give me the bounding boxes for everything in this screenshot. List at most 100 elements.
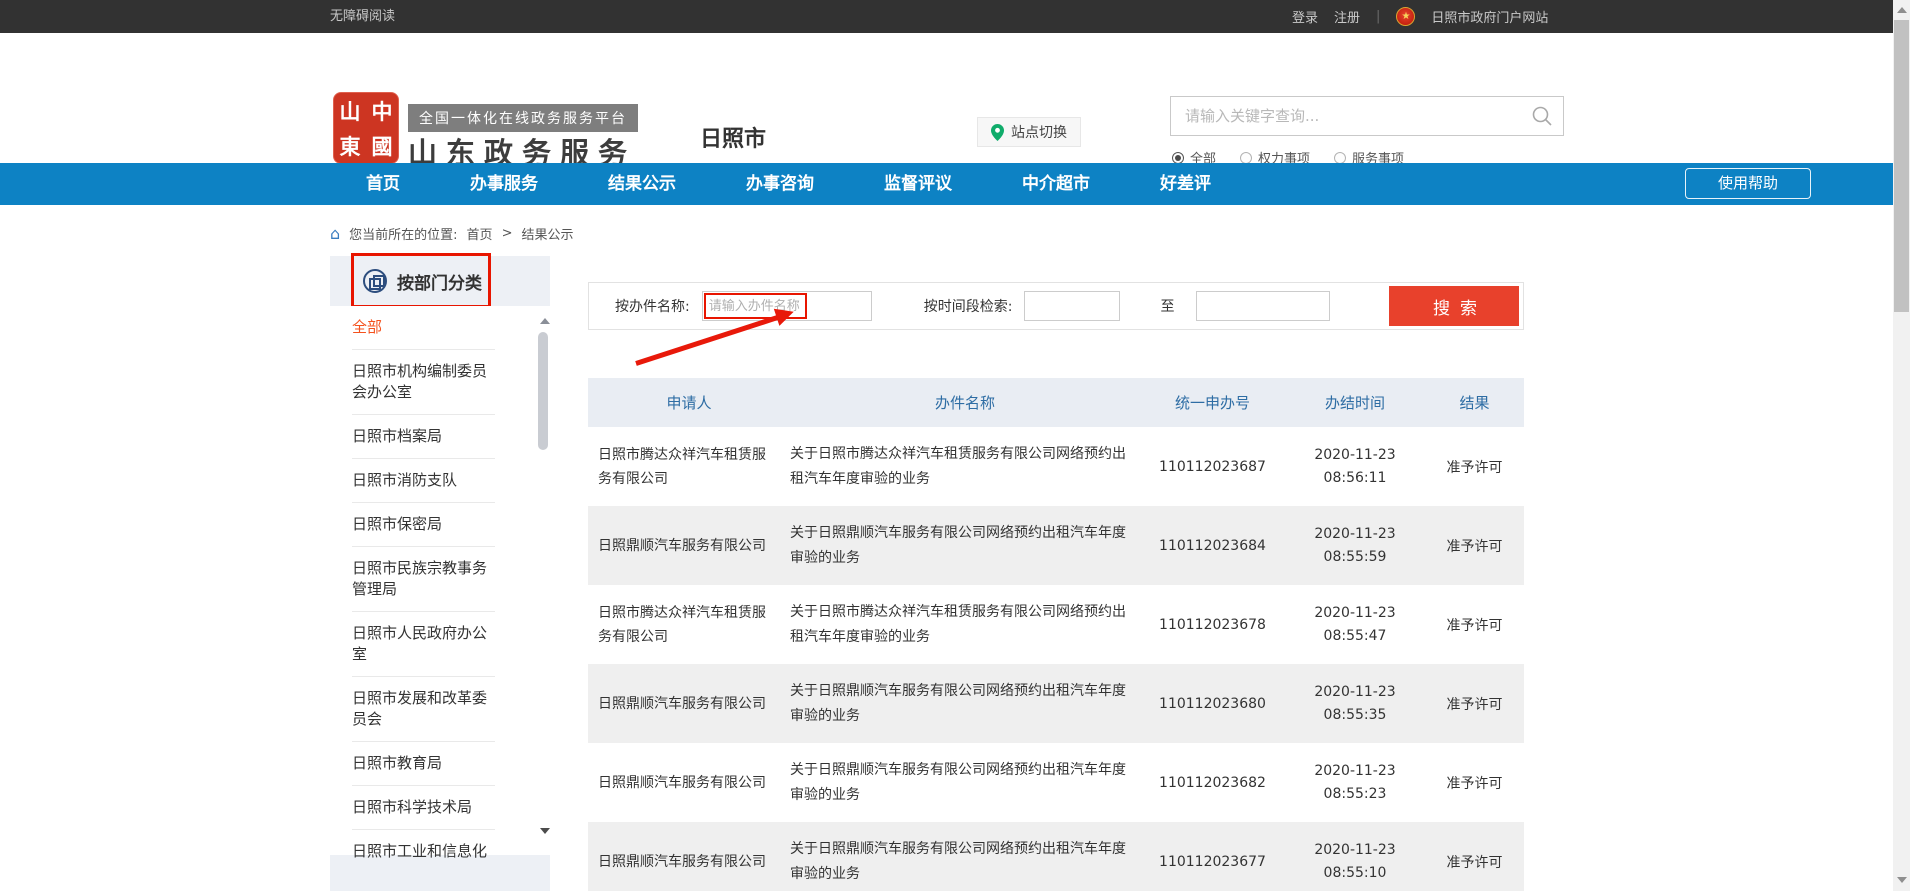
- sidebar-item-department[interactable]: 日照市人民政府办公室: [352, 612, 495, 677]
- cell-finish-date-line: 2020-11-23: [1285, 839, 1425, 862]
- scrollbar-thumb[interactable]: [1894, 20, 1909, 312]
- cell-item-name: 关于日照鼎顺汽车服务有限公司网络预约出租汽车年度审验的业务: [790, 521, 1140, 571]
- table-header-cell: 结果: [1425, 392, 1524, 413]
- portal-link[interactable]: 日照市政府门户网站: [1431, 7, 1548, 26]
- scrollbar-down-icon[interactable]: [1897, 877, 1907, 883]
- nav-item[interactable]: 首页: [366, 163, 400, 205]
- table-row[interactable]: 日照鼎顺汽车服务有限公司 关于日照鼎顺汽车服务有限公司网络预约出租汽车年度审验的…: [588, 664, 1524, 743]
- sidebar-item-department[interactable]: 日照市科学技术局: [352, 786, 495, 830]
- nav-item[interactable]: 结果公示: [608, 163, 676, 205]
- keyword-search-input[interactable]: [1171, 107, 1531, 125]
- sidebar-item-department[interactable]: 日照市民族宗教事务管理局: [352, 547, 495, 612]
- register-link[interactable]: 注册: [1334, 7, 1360, 26]
- sidebar-title-label: 按部门分类: [397, 269, 482, 294]
- sidebar-scroll-down-icon[interactable]: [540, 828, 550, 834]
- item-name-input[interactable]: [702, 291, 872, 321]
- sidebar-item-label: 全部: [352, 318, 382, 336]
- date-from-input[interactable]: [1024, 291, 1120, 321]
- table-body: 日照市腾达众祥汽车租赁服务有限公司 关于日照市腾达众祥汽车租赁服务有限公司网络预…: [588, 427, 1524, 891]
- cell-result: 准予许可: [1425, 457, 1524, 477]
- header: 山 中 東 國 全国一体化在线政务服务平台 山东政务服务 日照市 站点切换 全部: [0, 33, 1893, 163]
- breadcrumb-home[interactable]: 首页: [467, 224, 493, 243]
- cell-item-name: 关于日照鼎顺汽车服务有限公司网络预约出租汽车年度审验的业务: [790, 679, 1140, 729]
- cell-finish-time-line: 08:55:23: [1285, 783, 1425, 806]
- sidebar-scroll-up-icon[interactable]: [540, 318, 550, 324]
- sidebar-scrollbar-thumb[interactable]: [538, 332, 548, 450]
- table-header-cell: 申请人: [588, 392, 790, 413]
- main-nav: 首页 办事服务 结果公示 办事咨询 监督评议 中介超市 好差评 使用帮助: [0, 163, 1893, 205]
- filter-bar: 按办件名称: 按时间段检索: 至 搜索: [588, 282, 1524, 330]
- search-button[interactable]: 搜索: [1389, 286, 1519, 326]
- cell-finish-time: 2020-11-23 08:55:59: [1285, 523, 1425, 569]
- cell-applicant: 日照鼎顺汽车服务有限公司: [588, 534, 790, 558]
- topbar: 无障碍阅读 登录 注册 | ★ 日照市政府门户网站: [0, 0, 1893, 33]
- sidebar-item-department[interactable]: 日照市保密局: [352, 503, 495, 547]
- radio-icon[interactable]: [1334, 152, 1346, 164]
- breadcrumb-current[interactable]: 结果公示: [521, 224, 573, 243]
- department-category-icon: [363, 269, 387, 293]
- page-scrollbar[interactable]: [1893, 0, 1910, 891]
- seal-char: 山: [334, 93, 366, 128]
- cell-finish-time-line: 08:55:59: [1285, 546, 1425, 569]
- table-row[interactable]: 日照鼎顺汽车服务有限公司 关于日照鼎顺汽车服务有限公司网络预约出租汽车年度审验的…: [588, 506, 1524, 585]
- nav-item[interactable]: 监督评议: [884, 163, 952, 205]
- cell-finish-time: 2020-11-23 08:55:35: [1285, 681, 1425, 727]
- accessibility-link[interactable]: 无障碍阅读: [330, 0, 395, 33]
- scrollbar-up-icon[interactable]: [1897, 7, 1907, 13]
- cell-item-name: 关于日照鼎顺汽车服务有限公司网络预约出租汽车年度审验的业务: [790, 758, 1140, 808]
- login-link[interactable]: 登录: [1292, 7, 1318, 26]
- table-header-cell: 统一申办号: [1140, 392, 1285, 413]
- cell-finish-date-line: 2020-11-23: [1285, 523, 1425, 546]
- seal-char: 東: [334, 128, 366, 163]
- home-icon: ⌂: [330, 227, 340, 240]
- cell-result: 准予许可: [1425, 536, 1524, 556]
- sidebar-item-department[interactable]: 日照市消防支队: [352, 459, 495, 503]
- keyword-search-box: [1170, 96, 1564, 136]
- nav-item[interactable]: 办事服务: [470, 163, 538, 205]
- nav-item[interactable]: 办事咨询: [746, 163, 814, 205]
- topbar-right-group: 登录 注册 | ★ 日照市政府门户网站: [1292, 0, 1548, 33]
- cell-applicant: 日照鼎顺汽车服务有限公司: [588, 692, 790, 716]
- to-label: 至: [1160, 296, 1174, 316]
- sidebar-item-label: 日照市工业和信息化: [352, 842, 487, 860]
- cell-finish-time-line: 08:55:35: [1285, 704, 1425, 727]
- nav-item[interactable]: 中介超市: [1022, 163, 1090, 205]
- sidebar-item-label: 日照市教育局: [352, 754, 442, 772]
- sidebar-item-label: 日照市人民政府办公室: [352, 624, 487, 663]
- sidebar-item-department[interactable]: 日照市档案局: [352, 415, 495, 459]
- radio-icon[interactable]: [1240, 152, 1252, 164]
- site-switch-button[interactable]: 站点切换: [977, 117, 1081, 147]
- table-row[interactable]: 日照市腾达众祥汽车租赁服务有限公司 关于日照市腾达众祥汽车租赁服务有限公司网络预…: [588, 427, 1524, 506]
- nav-item[interactable]: 好差评: [1160, 163, 1211, 205]
- sidebar-item-department[interactable]: 日照市机构编制委员会办公室: [352, 350, 495, 415]
- time-filter-label: 按时间段检索:: [924, 296, 1013, 316]
- radio-icon[interactable]: [1172, 152, 1184, 164]
- table-header-cell: 办件名称: [790, 392, 1140, 413]
- topbar-separator: |: [1376, 9, 1380, 24]
- sidebar-item-department[interactable]: 全部: [352, 306, 495, 350]
- sidebar-item-label: 日照市科学技术局: [352, 798, 472, 816]
- cell-application-id: 110112023678: [1140, 617, 1285, 633]
- sidebar-title[interactable]: 按部门分类: [330, 256, 550, 306]
- sidebar-item-department[interactable]: 日照市教育局: [352, 742, 495, 786]
- table-row[interactable]: 日照市腾达众祥汽车租赁服务有限公司 关于日照市腾达众祥汽车租赁服务有限公司网络预…: [588, 585, 1524, 664]
- nav-items: 首页 办事服务 结果公示 办事咨询 监督评议 中介超市 好差评: [366, 163, 1211, 205]
- cell-result: 准予许可: [1425, 852, 1524, 872]
- cell-finish-time-line: 08:55:47: [1285, 625, 1425, 648]
- table-header-cell: 办结时间: [1285, 392, 1425, 413]
- cell-finish-date-line: 2020-11-23: [1285, 681, 1425, 704]
- sidebar-item-label: 日照市保密局: [352, 515, 442, 533]
- cell-applicant: 日照市腾达众祥汽车租赁服务有限公司: [588, 443, 790, 491]
- search-icon[interactable]: [1531, 105, 1553, 127]
- sidebar-item-department[interactable]: 日照市工业和信息化: [352, 830, 495, 873]
- sidebar-item-department[interactable]: 日照市发展和改革委员会: [352, 677, 495, 742]
- date-to-input[interactable]: [1196, 291, 1330, 321]
- help-button[interactable]: 使用帮助: [1685, 168, 1811, 199]
- location-pin-icon: [991, 124, 1004, 141]
- seal-char: 中: [366, 93, 398, 128]
- shandong-seal-logo: 山 中 東 國: [334, 93, 398, 163]
- cell-finish-time: 2020-11-23 08:55:23: [1285, 760, 1425, 806]
- table-row[interactable]: 日照鼎顺汽车服务有限公司 关于日照鼎顺汽车服务有限公司网络预约出租汽车年度审验的…: [588, 743, 1524, 822]
- table-row[interactable]: 日照鼎顺汽车服务有限公司 关于日照鼎顺汽车服务有限公司网络预约出租汽车年度审验的…: [588, 822, 1524, 891]
- cell-finish-time-line: 08:55:10: [1285, 862, 1425, 885]
